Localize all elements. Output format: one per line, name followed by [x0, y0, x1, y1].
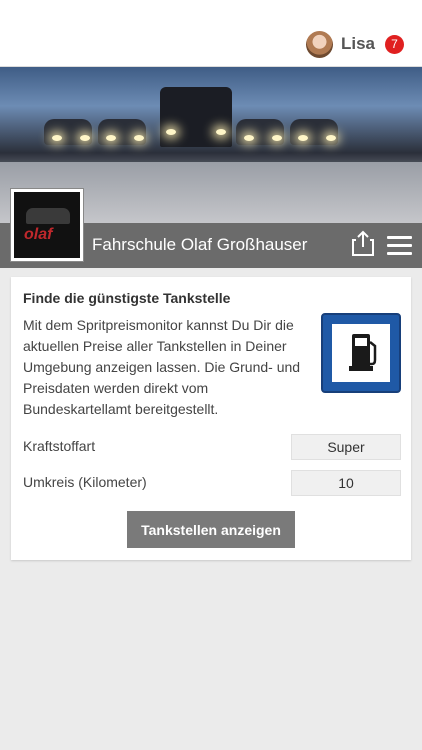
radius-label: Umkreis (Kilometer) [23, 474, 147, 490]
headlight [106, 135, 116, 141]
hero-car [236, 119, 284, 145]
fuel-station-sign-icon [321, 313, 401, 393]
hero-truck [160, 87, 232, 147]
logo-text: olaf [24, 226, 53, 243]
avatar[interactable] [305, 30, 333, 58]
headlight [166, 129, 176, 135]
headlight [80, 135, 90, 141]
share-icon[interactable] [352, 230, 374, 256]
headlight [244, 135, 254, 141]
notification-badge[interactable]: 7 [385, 34, 404, 54]
fuel-type-label: Kraftstoffart [23, 438, 96, 454]
radius-input[interactable]: 10 [291, 470, 401, 496]
hero-car [98, 119, 146, 145]
hero-car [44, 119, 92, 145]
show-stations-button[interactable]: Tankstellen anzeigen [127, 511, 295, 548]
fuel-finder-card: Finde die günstigste Tankstelle Mit dem … [11, 277, 411, 560]
top-bar: Lisa 7 [0, 0, 422, 67]
headlight [298, 135, 308, 141]
card-description: Mit dem Spritpreismonitor kannst Du Dir … [23, 317, 301, 417]
menu-icon[interactable] [387, 236, 412, 256]
fuel-type-select[interactable]: Super [291, 434, 401, 460]
hero-car [290, 119, 338, 145]
school-logo: olaf [11, 189, 83, 261]
user-menu[interactable]: Lisa 7 [305, 29, 404, 59]
headlight [326, 135, 336, 141]
headlight [134, 135, 144, 141]
card-title: Finde die günstigste Tankstelle [23, 290, 231, 306]
headlight [272, 135, 282, 141]
user-name[interactable]: Lisa [341, 34, 375, 54]
headlight [216, 129, 226, 135]
logo-car [26, 208, 70, 224]
school-name: Fahrschule Olaf Großhauser [92, 235, 308, 254]
headlight [52, 135, 62, 141]
